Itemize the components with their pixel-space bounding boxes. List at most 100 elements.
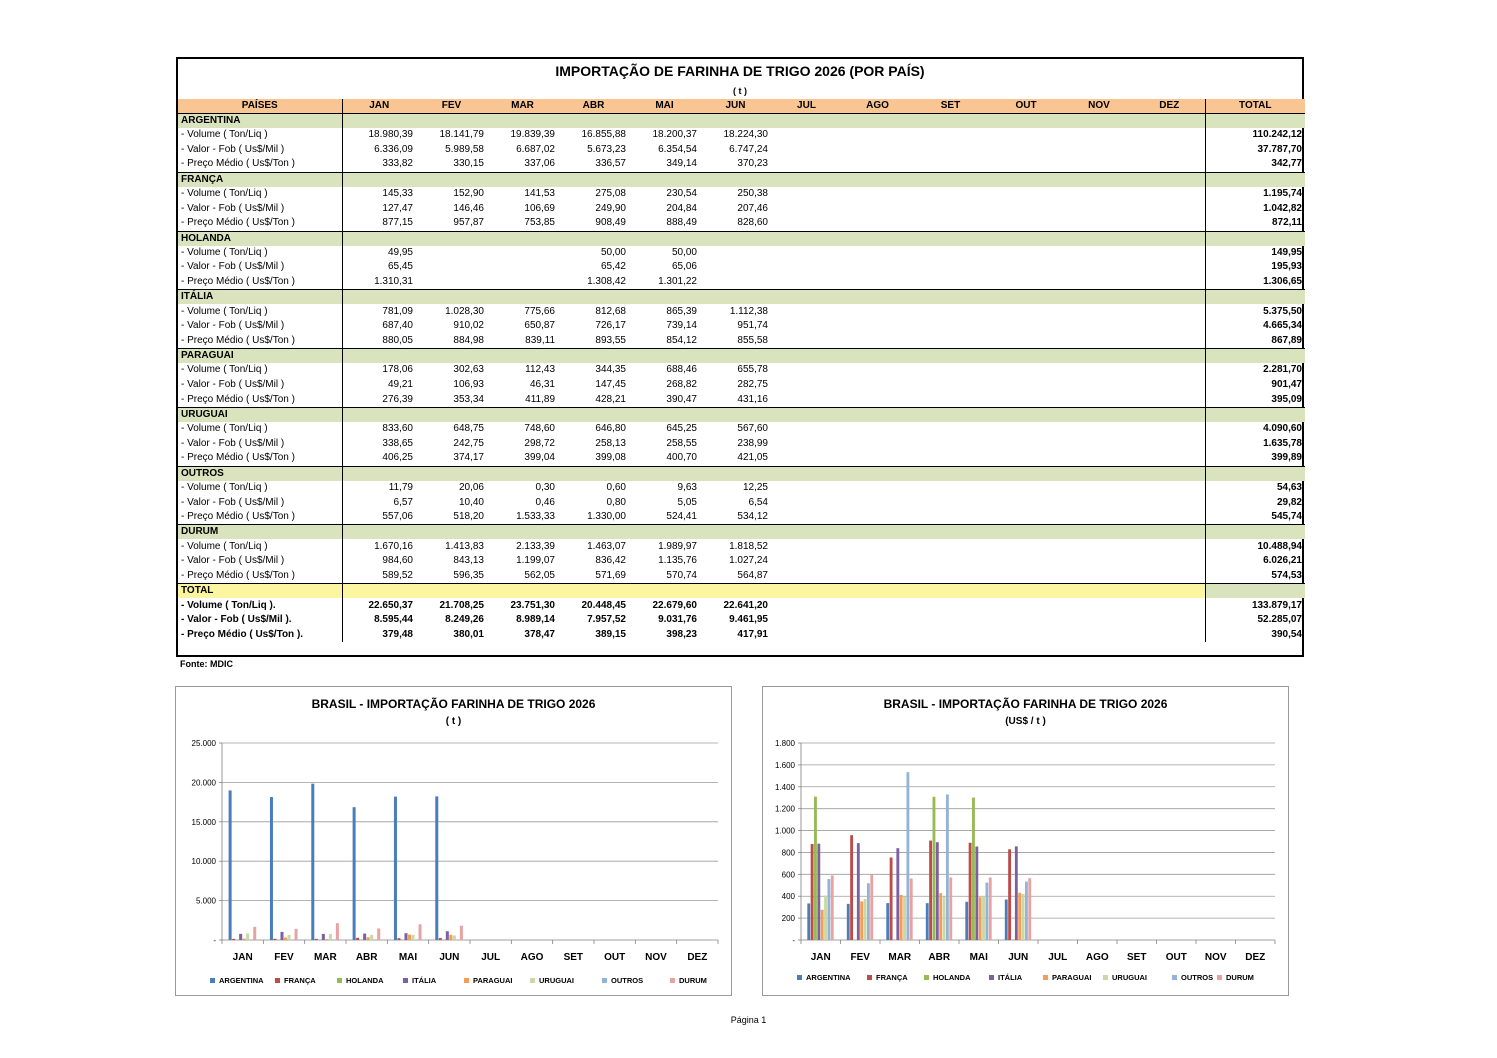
bar (863, 899, 867, 940)
value-cell: 951,74 (737, 320, 768, 332)
country-name: DURUM (178, 524, 343, 540)
legend-label: ITÁLIA (998, 973, 1023, 982)
category-label: ABR (356, 952, 378, 963)
value-cell (842, 275, 913, 290)
y-tick-label: 1.800 (775, 739, 796, 748)
value-cell (1064, 275, 1134, 290)
country-row: URUGUAI (178, 406, 1305, 422)
value-cell: 1.199,07 (516, 555, 555, 567)
bar (939, 893, 943, 940)
value-cell (771, 246, 842, 261)
value-cell: 330,15 (453, 158, 484, 170)
value-cell (913, 481, 988, 496)
value-cell: 1.463,07 (587, 540, 626, 552)
y-tick-label: 1.000 (775, 827, 796, 836)
table-row: - Valor - Fob ( Us$/Mil ) 65,45 65,42 65,06… (178, 260, 1305, 275)
value-cell (1134, 128, 1205, 143)
value-cell: 1.308,42 (587, 276, 626, 288)
value-cell: 567,60 (737, 423, 768, 435)
value-cell: 687,40 (382, 320, 413, 332)
column-header: FEV (416, 99, 487, 114)
value-cell: 836,42 (595, 555, 626, 567)
value-cell: 908,49 (595, 217, 626, 229)
value-cell: 49,95 (387, 246, 413, 258)
empty-cell (771, 348, 842, 364)
row-label: - Valor - Fob ( Us$/Mil ). (178, 612, 343, 628)
bar (982, 896, 985, 940)
value-cell (1134, 392, 1205, 407)
value-cell: 18.980,39 (368, 129, 414, 141)
legend-label: PARAGUAI (1052, 973, 1091, 982)
volume-chart-svg: BRASIL - IMPORTAÇÃO FARINHA DE TRIGO 202… (192, 696, 719, 985)
value-cell: 399,04 (524, 452, 555, 464)
value-cell (988, 392, 1064, 407)
bar (246, 933, 250, 940)
table-row: - Volume ( Ton/Liq ) 178,06 302,63 112,43 34… (178, 363, 1305, 378)
category-label: MAR (314, 952, 338, 963)
empty-cell (988, 465, 1064, 481)
row-label: - Valor - Fob ( Us$/Mil ) (178, 436, 343, 452)
table-row: - Preço Médio ( Us$/Ton ) 877,15 957,87 753… (178, 215, 1305, 232)
value-cell: 16.855,88 (581, 129, 627, 141)
bar (325, 939, 329, 940)
total-cell: 395,09 (1204, 392, 1305, 408)
value-cell: 828,60 (737, 217, 768, 229)
empty-cell (416, 171, 487, 187)
bar (356, 937, 360, 940)
category-label: FEV (851, 952, 871, 963)
row-label: - Volume ( Ton/Liq ) (178, 186, 343, 202)
bar (1024, 881, 1028, 940)
value-cell (771, 451, 842, 466)
legend-swatch (924, 975, 929, 980)
value-cell: 249,90 (595, 202, 626, 214)
value-cell: 22.641,20 (723, 599, 769, 611)
value-cell: 865,39 (666, 305, 697, 317)
country-row: FRANÇA (178, 171, 1305, 187)
category-label: AGO (1086, 952, 1109, 963)
value-cell (842, 201, 913, 216)
total-header-row: TOTAL (178, 583, 1305, 599)
value-cell: 238,99 (737, 437, 768, 449)
value-cell (842, 539, 913, 554)
bar (965, 901, 969, 940)
value-cell (700, 275, 771, 290)
table-row: - Valor - Fob ( Us$/Mil ) 49,21 106,93 46,3… (178, 377, 1305, 393)
value-cell (1134, 363, 1205, 378)
row-label: - Preço Médio ( Us$/Ton ) (178, 451, 343, 467)
total-cell: 574,53 (1204, 568, 1305, 584)
value-cell: 1.028,30 (445, 305, 484, 317)
value-cell (1064, 495, 1134, 510)
empty-cell (988, 406, 1064, 422)
value-cell (842, 187, 913, 202)
value-cell (771, 128, 842, 143)
value-cell (988, 422, 1064, 437)
value-cell: 1.330,00 (587, 511, 626, 523)
value-cell (913, 363, 988, 378)
bar (269, 797, 273, 940)
value-cell (771, 422, 842, 437)
value-cell: 589,52 (382, 569, 413, 581)
bar (827, 879, 831, 940)
empty-cell (1064, 348, 1134, 364)
total-cell: 133.879,17 (1204, 598, 1305, 613)
value-cell: 570,74 (666, 569, 697, 581)
legend-swatch (464, 978, 469, 983)
empty-cell (1064, 289, 1134, 305)
empty-cell (629, 348, 700, 364)
value-cell: 417,91 (737, 628, 768, 640)
empty-cell (416, 465, 487, 481)
value-cell: 146,46 (453, 202, 484, 214)
bar (335, 923, 339, 940)
value-cell (988, 187, 1064, 202)
y-tick-label: 10.000 (192, 857, 217, 866)
empty-cell (700, 113, 771, 128)
bar (945, 794, 949, 940)
empty-cell (988, 524, 1064, 540)
value-cell (913, 378, 988, 393)
value-cell (1134, 613, 1205, 628)
empty-cell (558, 583, 629, 599)
value-cell (771, 187, 842, 202)
value-cell (842, 143, 913, 158)
category-label: MAI (399, 952, 418, 963)
value-cell: 20,06 (458, 481, 484, 493)
